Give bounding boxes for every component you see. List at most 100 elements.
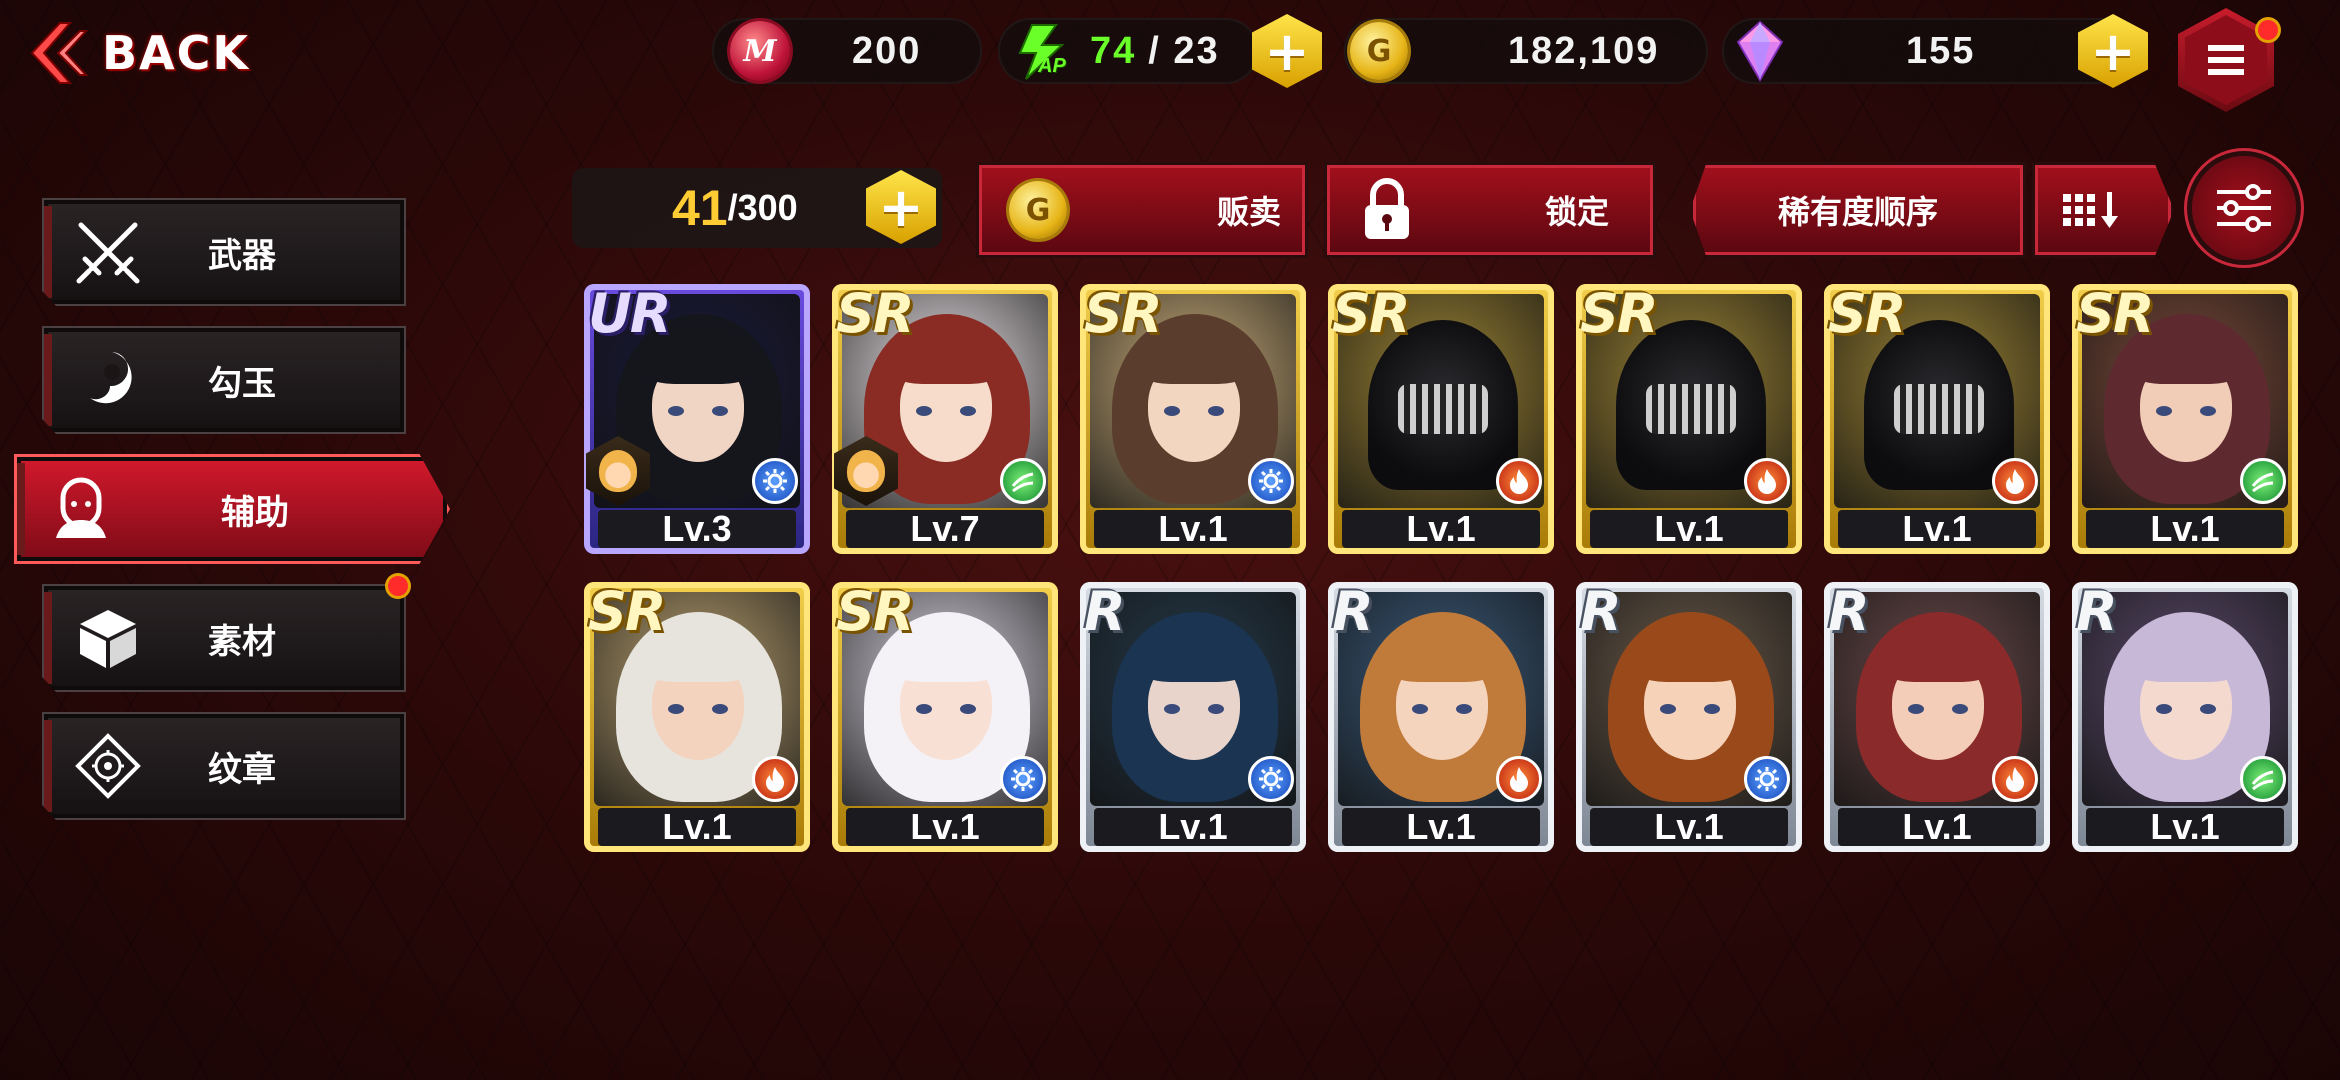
card-level: Lv.1	[2086, 806, 2284, 847]
sort-label: 稀有度顺序	[1777, 193, 1938, 231]
sidebar-item-4[interactable]: 纹章	[42, 712, 406, 820]
ap-icon-text: AP	[1038, 55, 1066, 77]
fire-element-icon	[1496, 756, 1542, 802]
padlock-icon	[1365, 178, 1409, 239]
sidebar-item-2[interactable]: 辅助	[14, 454, 450, 564]
menu-notification-badge	[2258, 20, 2278, 40]
rarity-badge: R	[1828, 582, 1870, 643]
card-level: Lv.1	[1094, 806, 1292, 847]
medal-counter: M 200	[712, 18, 982, 84]
rarity-badge: SR	[836, 582, 914, 643]
filter-button[interactable]	[2192, 156, 2296, 260]
rarity-badge: SR	[1580, 284, 1658, 345]
water-element-icon	[1248, 756, 1294, 802]
support-card[interactable]: UR Lv.3	[584, 284, 810, 554]
water-element-icon	[1248, 458, 1294, 504]
card-level: Lv.1	[1590, 806, 1788, 847]
sort-by-rarity-button[interactable]: 稀有度顺序	[1690, 162, 2026, 258]
support-card[interactable]: SR Lv.1	[584, 582, 810, 852]
sell-button[interactable]: G 贩卖	[976, 162, 1308, 258]
support-card[interactable]: R Lv.1	[1080, 582, 1306, 852]
gold-value: 182,109	[1508, 29, 1660, 72]
sidebar-item-3[interactable]: 素材	[42, 584, 406, 692]
card-level: Lv.1	[1838, 806, 2036, 847]
sidebar-notification-badge	[388, 576, 408, 596]
back-label: BACK	[102, 26, 251, 80]
ap-max: / 23	[1148, 29, 1220, 72]
sidebar-item-label: 纹章	[208, 749, 276, 790]
rarity-badge: R	[2076, 582, 2118, 643]
card-level: Lv.1	[1342, 806, 1540, 847]
support-character-icon	[41, 476, 121, 542]
fire-element-icon	[1992, 458, 2038, 504]
support-card[interactable]: R Lv.1	[1328, 582, 1554, 852]
card-level: Lv.7	[846, 508, 1044, 549]
fire-element-icon	[752, 756, 798, 802]
support-card[interactable]: SR Lv.1	[1824, 284, 2050, 554]
magatama-icon	[68, 348, 148, 412]
rarity-badge: SR	[1332, 284, 1410, 345]
lock-button[interactable]: 锁定	[1324, 162, 1656, 258]
sidebar-item-1[interactable]: 勾玉	[42, 326, 406, 434]
ap-counter: AP 74 / 23	[998, 18, 1258, 84]
support-card[interactable]: SR Lv.1	[1328, 284, 1554, 554]
medal-icon: M	[730, 21, 790, 81]
sidebar-item-edge	[44, 206, 52, 298]
sidebar-item-label: 武器	[208, 235, 276, 276]
material-cube-icon	[68, 606, 148, 670]
support-card[interactable]: SR Lv.1	[1576, 284, 1802, 554]
sidebar-item-edge	[44, 720, 52, 812]
water-element-icon	[1000, 756, 1046, 802]
rarity-badge: R	[1580, 582, 1622, 643]
rarity-badge: R	[1332, 582, 1374, 643]
gold-coin-icon: G	[1350, 22, 1408, 80]
fire-element-icon	[1744, 458, 1790, 504]
hamburger-icon	[2208, 45, 2244, 75]
support-card[interactable]: SR Lv.1	[2072, 284, 2298, 554]
ap-bolt-icon: AP	[1010, 21, 1080, 81]
wind-element-icon	[2240, 756, 2286, 802]
sort-order-button[interactable]	[2032, 162, 2174, 258]
menu-inner	[2185, 15, 2267, 105]
support-card[interactable]: SR Lv.1	[832, 582, 1058, 852]
crossed-swords-icon	[68, 217, 148, 287]
sidebar-item-edge	[44, 334, 52, 426]
sidebar-item-edge	[17, 463, 25, 555]
back-button[interactable]: BACK	[30, 18, 290, 88]
card-level: Lv.1	[1094, 508, 1292, 549]
water-element-icon	[1744, 756, 1790, 802]
back-chevron-icon	[30, 22, 88, 84]
card-level: Lv.1	[1590, 508, 1788, 549]
support-card[interactable]: SR Lv.1	[1080, 284, 1306, 554]
card-level: Lv.3	[598, 508, 796, 549]
grid-sort-desc-icon	[2063, 192, 2118, 228]
rarity-badge: SR	[836, 284, 914, 345]
ap-current: 74	[1090, 29, 1137, 72]
card-level: Lv.1	[1342, 508, 1540, 549]
sidebar-item-0[interactable]: 武器	[42, 198, 406, 306]
support-card[interactable]: R Lv.1	[1824, 582, 2050, 852]
fire-element-icon	[1992, 756, 2038, 802]
crest-icon	[68, 733, 148, 799]
wind-element-icon	[1000, 458, 1046, 504]
rarity-badge: SR	[1084, 284, 1162, 345]
rarity-badge: SR	[2076, 284, 2154, 345]
gem-value: 155	[1906, 29, 1976, 72]
card-level: Lv.1	[2086, 508, 2284, 549]
add-ap-button[interactable]: +	[1252, 14, 1322, 88]
card-level: Lv.1	[846, 806, 1044, 847]
sidebar-item-edge	[44, 592, 52, 684]
sidebar-item-label: 素材	[208, 621, 276, 662]
support-card[interactable]: R Lv.1	[1576, 582, 1802, 852]
filter-sliders-icon	[2217, 184, 2271, 232]
lock-label: 锁定	[1545, 193, 1610, 231]
medal-value: 200	[852, 29, 922, 72]
gem-icon	[1736, 20, 1784, 82]
support-card[interactable]: R Lv.1	[2072, 582, 2298, 852]
rarity-badge: UR	[588, 284, 671, 345]
capacity-max: /300	[727, 187, 798, 228]
card-level: Lv.1	[598, 806, 796, 847]
support-card[interactable]: SR Lv.7	[832, 284, 1058, 554]
sell-label: 贩卖	[1217, 193, 1282, 231]
fire-element-icon	[1496, 458, 1542, 504]
